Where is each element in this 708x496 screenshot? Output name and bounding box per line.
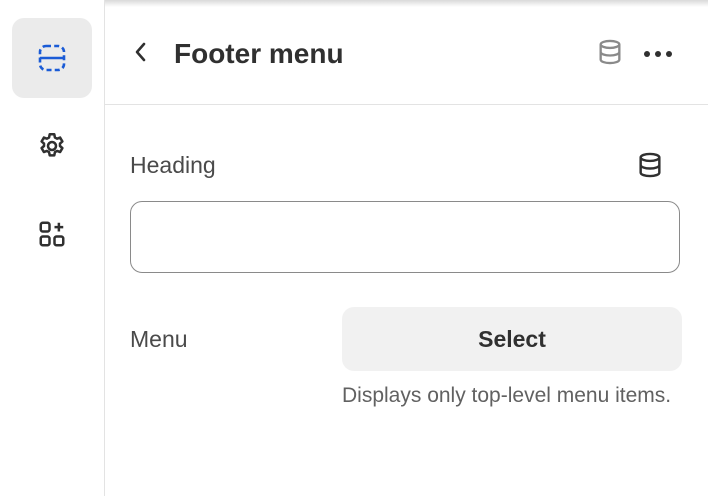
back-button[interactable] — [125, 38, 157, 70]
rail-item-settings[interactable] — [12, 106, 92, 186]
heading-input[interactable] — [130, 201, 680, 273]
panel-header: Footer menu — [105, 0, 708, 105]
chevron-left-icon — [132, 41, 150, 68]
rail-item-apps[interactable] — [12, 194, 92, 274]
sidebar-rail — [0, 0, 105, 496]
menu-label: Menu — [130, 326, 188, 352]
dynamic-source-button[interactable] — [593, 38, 627, 70]
add-apps-icon — [37, 219, 67, 249]
heading-label: Heading — [130, 152, 216, 178]
gear-icon — [36, 130, 68, 162]
rail-item-sections[interactable] — [12, 18, 92, 98]
database-icon — [636, 151, 664, 184]
database-icon — [596, 38, 624, 71]
menu-select-button[interactable]: Select — [342, 307, 682, 371]
more-actions-button[interactable] — [640, 38, 676, 70]
settings-panel: Footer menu Heading Menu Select Displays… — [105, 0, 708, 496]
heading-dynamic-source-button[interactable] — [631, 150, 669, 184]
more-horizontal-icon — [643, 45, 673, 63]
menu-help-text: Displays only top-level menu items. — [342, 384, 672, 407]
sections-icon — [38, 44, 66, 72]
page-title: Footer menu — [174, 38, 344, 69]
